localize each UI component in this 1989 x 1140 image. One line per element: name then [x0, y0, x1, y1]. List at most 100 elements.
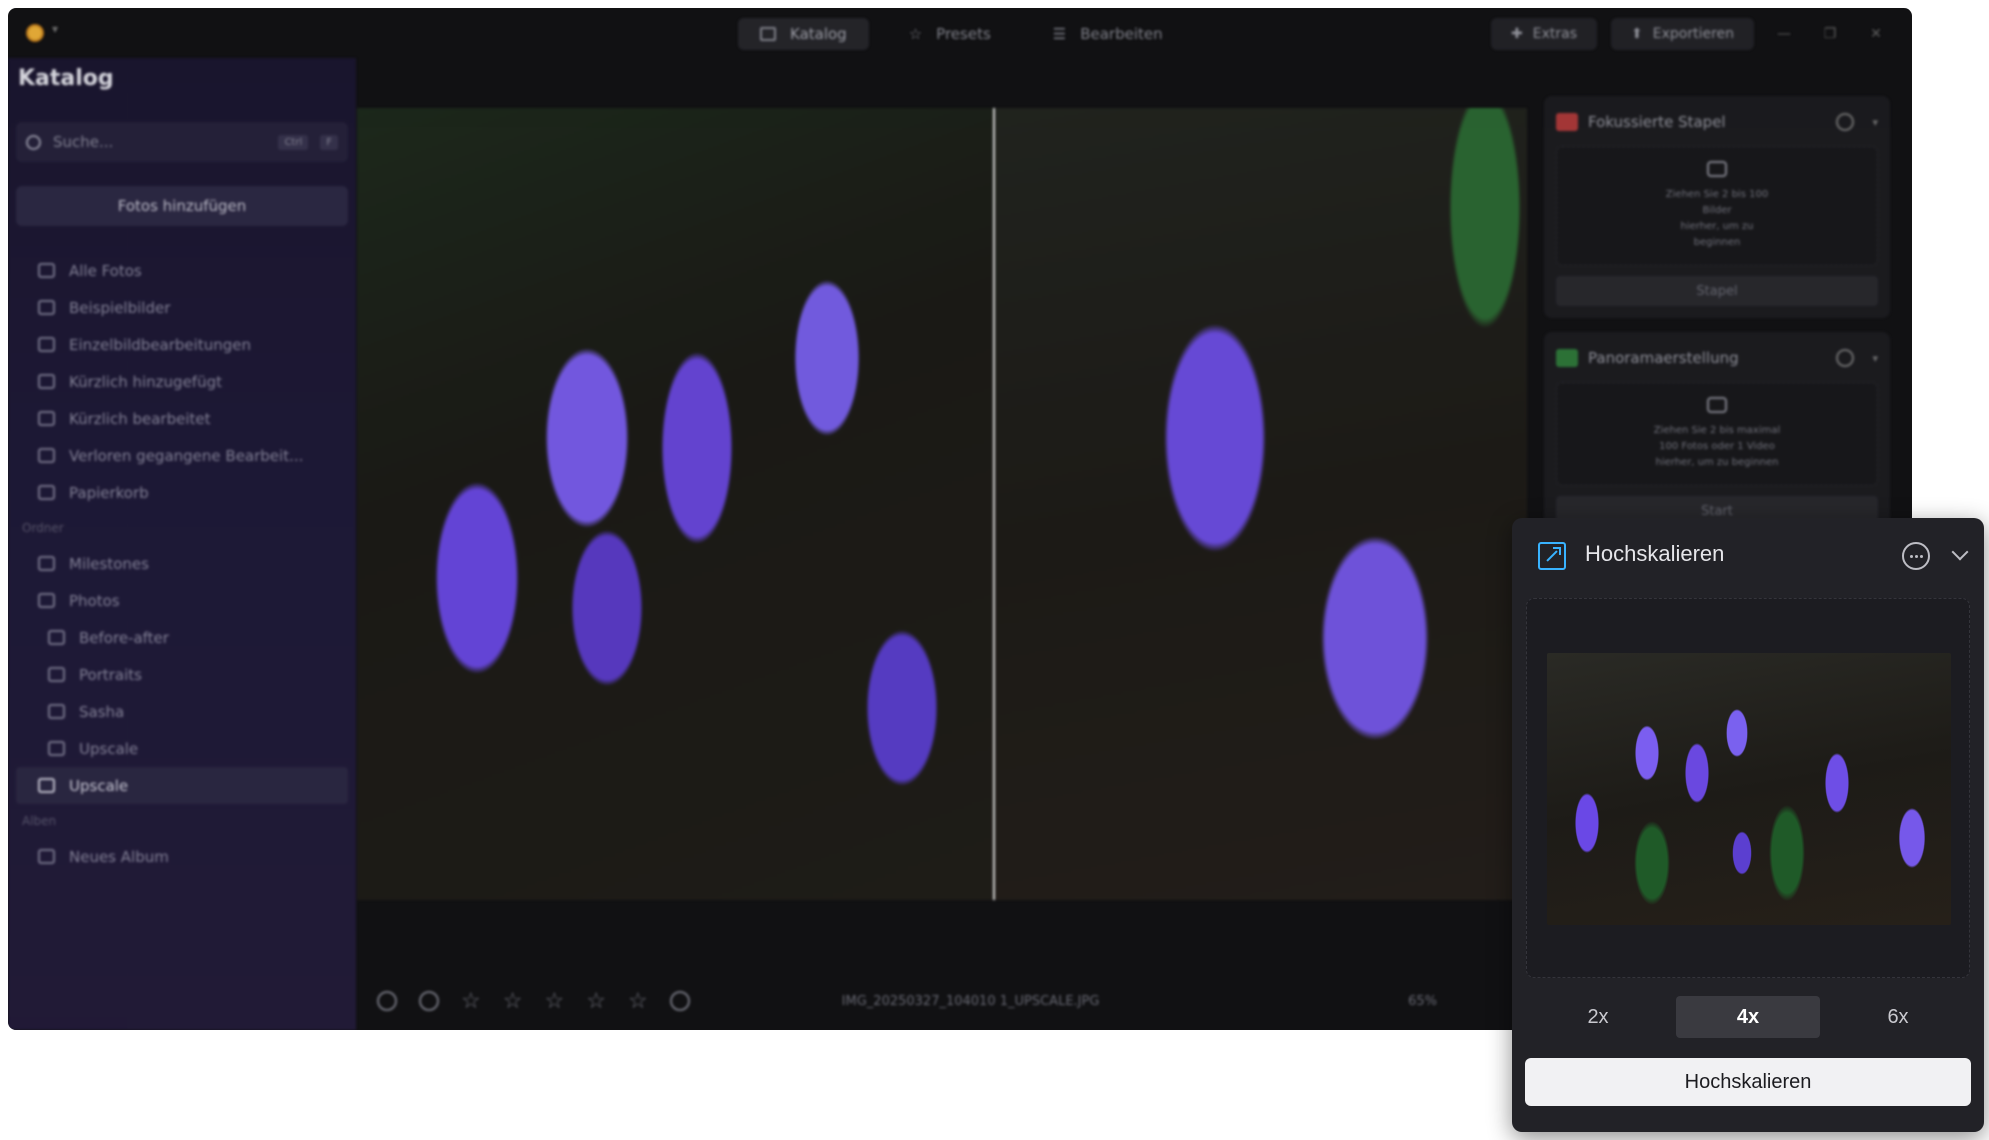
- chevron-down-icon[interactable]: ▾: [52, 22, 58, 36]
- upscale-panel-title: Hochskalieren: [1585, 541, 1725, 566]
- sidebar-item-recently-edited[interactable]: Kürzlich bearbeitet: [8, 400, 356, 437]
- tab-katalog[interactable]: Katalog: [738, 18, 869, 50]
- drop-zone[interactable]: Ziehen Sie 2 bis 100 Bilder hierher, um …: [1556, 146, 1878, 266]
- star-icon[interactable]: ☆: [586, 989, 606, 1014]
- upscale-button[interactable]: Hochskalieren: [1525, 1058, 1971, 1106]
- reject-icon[interactable]: [419, 991, 439, 1011]
- lost-icon: [38, 448, 55, 463]
- upscale-panel-header: Hochskalieren: [1512, 536, 1984, 576]
- sidebar-item-label: Papierkorb: [69, 483, 149, 502]
- scale-options: 2x 4x 6x: [1526, 996, 1970, 1038]
- stack-button[interactable]: Stapel: [1556, 276, 1878, 306]
- extras-button[interactable]: ✚ Extras: [1491, 18, 1597, 50]
- sidebar-item-single-edits[interactable]: Einzelbildbearbeitungen: [8, 326, 356, 363]
- drop-hint: 100 Fotos oder 1 Video: [1659, 441, 1775, 452]
- expand-icon: [1538, 542, 1566, 570]
- drop-hint: beginnen: [1693, 237, 1741, 248]
- drop-icon: [1707, 397, 1727, 413]
- upscale-preview-image: [1547, 653, 1951, 925]
- drop-zone[interactable]: Ziehen Sie 2 bis maximal 100 Fotos oder …: [1556, 382, 1878, 486]
- add-photos-button[interactable]: Fotos hinzufügen: [16, 186, 348, 226]
- star-icon[interactable]: ☆: [503, 989, 523, 1014]
- more-icon[interactable]: [1902, 542, 1930, 570]
- tab-label: Katalog: [790, 25, 847, 43]
- sidebar-item-label: Kürzlich bearbeitet: [69, 409, 211, 428]
- app-logo-icon[interactable]: [26, 24, 44, 42]
- export-icon: ⬆: [1631, 26, 1643, 42]
- minimize-icon[interactable]: —: [1768, 26, 1800, 42]
- folder-icon: [48, 667, 65, 682]
- sidebar-item-label: Alle Fotos: [69, 261, 142, 280]
- upscale-panel: Hochskalieren 2x 4x 6x Hochskalieren: [1512, 518, 1984, 1132]
- grid-icon: [38, 337, 55, 352]
- restore-icon[interactable]: ❐: [1814, 26, 1846, 42]
- panorama-card: Panoramaerstellung ▾ Ziehen Sie 2 bis ma…: [1544, 332, 1890, 538]
- color-label-icon[interactable]: [669, 991, 690, 1011]
- folder-icon: [38, 593, 55, 608]
- card-title: Fokussierte Stapel: [1588, 113, 1726, 131]
- shortcut-badge: F: [320, 134, 338, 150]
- photo-compare-view[interactable]: [357, 108, 1527, 900]
- sidebar-item-label: Kürzlich hinzugefügt: [69, 372, 222, 391]
- sidebar-folder-sasha[interactable]: Sasha: [8, 693, 356, 730]
- sidebar-item-examples[interactable]: Beispielbilder: [8, 289, 356, 326]
- tools-panel: Fokussierte Stapel ▾ Ziehen Sie 2 bis 10…: [1544, 96, 1890, 552]
- export-button[interactable]: ⬆ Exportieren: [1611, 18, 1754, 50]
- sidebar-folder-upscale-sub[interactable]: Upscale: [8, 730, 356, 767]
- sidebar-folder-photos[interactable]: Photos: [8, 582, 356, 619]
- compare-split-handle[interactable]: [993, 108, 995, 900]
- shortcut-badge: Ctrl: [278, 134, 309, 150]
- sidebar-item-label: Einzelbildbearbeitungen: [69, 335, 251, 354]
- panorama-icon: [1556, 349, 1578, 367]
- star-icon[interactable]: ☆: [461, 989, 481, 1014]
- filename-label: IMG_20250327_104010 1_UPSCALE.JPG: [841, 993, 1100, 1009]
- trash-icon: [38, 485, 55, 500]
- chevron-down-icon[interactable]: [1951, 543, 1969, 561]
- more-icon[interactable]: [1836, 349, 1855, 367]
- heart-icon[interactable]: [377, 991, 397, 1011]
- search-input[interactable]: Suche... Ctrl F: [16, 122, 348, 162]
- photos-icon: [38, 263, 55, 278]
- sidebar-item-recently-added[interactable]: Kürzlich hinzugefügt: [8, 363, 356, 400]
- chevron-down-icon[interactable]: ▾: [1872, 352, 1878, 365]
- plus-icon: ✚: [1511, 26, 1523, 42]
- extras-label: Extras: [1532, 26, 1577, 42]
- album-label: Neues Album: [69, 847, 169, 866]
- star-icon[interactable]: ☆: [628, 989, 648, 1014]
- drop-hint: Ziehen Sie 2 bis 100: [1665, 189, 1769, 200]
- sidebar-item-lost-edits[interactable]: Verloren gegangene Bearbeit...: [8, 437, 356, 474]
- card-header[interactable]: Fokussierte Stapel ▾: [1556, 106, 1878, 138]
- folder-icon: [760, 27, 776, 41]
- tab-label: Bearbeiten: [1080, 25, 1163, 43]
- zoom-select[interactable]: 65%: [1408, 994, 1437, 1009]
- sidebar-item-trash[interactable]: Papierkorb: [8, 474, 356, 511]
- sidebar-item-label: Verloren gegangene Bearbeit...: [69, 446, 304, 465]
- folder-label: Portraits: [79, 665, 142, 684]
- tab-bearbeiten[interactable]: ☰ Bearbeiten: [1031, 18, 1185, 50]
- more-icon[interactable]: [1836, 113, 1855, 131]
- sidebar-folder-upscale-active[interactable]: Upscale: [16, 767, 348, 804]
- tab-label: Presets: [936, 25, 991, 43]
- sidebar-folder-portraits[interactable]: Portraits: [8, 656, 356, 693]
- card-header[interactable]: Panoramaerstellung ▾: [1556, 342, 1878, 374]
- scale-option-4x[interactable]: 4x: [1676, 996, 1820, 1038]
- chevron-down-icon[interactable]: ▾: [1872, 116, 1878, 129]
- scale-option-2x[interactable]: 2x: [1526, 996, 1670, 1038]
- drop-hint: Ziehen Sie 2 bis maximal: [1653, 425, 1781, 436]
- sidebar-folder-before-after[interactable]: Before-after: [8, 619, 356, 656]
- tab-presets[interactable]: ☆ Presets: [887, 18, 1013, 50]
- upscale-preview-frame: [1526, 598, 1970, 978]
- sidebar-folder-milestones[interactable]: Milestones: [8, 545, 356, 582]
- folder-icon: [48, 630, 65, 645]
- star-icon[interactable]: ☆: [544, 989, 564, 1014]
- examples-icon: [38, 300, 55, 315]
- scale-option-6x[interactable]: 6x: [1826, 996, 1970, 1038]
- sidebar-item-all-photos[interactable]: Alle Fotos: [8, 252, 356, 289]
- sidebar-item-label: Beispielbilder: [69, 298, 171, 317]
- focus-stack-card: Fokussierte Stapel ▾ Ziehen Sie 2 bis 10…: [1544, 96, 1890, 318]
- close-icon[interactable]: ✕: [1860, 26, 1892, 42]
- sidebar-new-album[interactable]: Neues Album: [8, 838, 356, 875]
- section-label-albums: Alben: [22, 814, 57, 828]
- bottom-toolbar: ☆ ☆ ☆ ☆ ☆ IMG_20250327_104010 1_UPSCALE.…: [357, 983, 1517, 1019]
- drop-hint: hierher, um zu: [1680, 221, 1754, 232]
